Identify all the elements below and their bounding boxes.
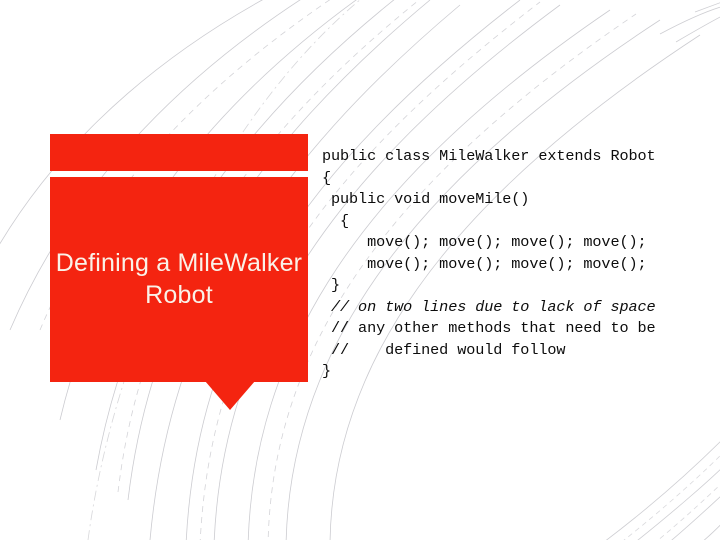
code-line: move(); move(); move(); move();: [322, 254, 647, 273]
code-line: move(); move(); move(); move();: [322, 233, 647, 251]
code-line: {: [322, 211, 350, 230]
callout-bubble: Defining a MileWalker Robot: [50, 134, 308, 411]
code-line: }: [322, 362, 332, 380]
code-line: }: [322, 276, 341, 294]
code-line: public class MileWalker extends Robot: [322, 147, 656, 165]
code-listing: public class MileWalker extends Robot { p…: [322, 146, 714, 383]
callout-title: Defining a MileWalker Robot: [55, 248, 303, 309]
code-line: {: [322, 168, 332, 187]
callout-tail-triangle: [205, 381, 255, 410]
code-line: // any other methods that need to be: [322, 319, 656, 337]
callout-top-bar: [50, 134, 308, 171]
code-line: public void moveMile(): [322, 190, 530, 208]
code-line: // on two lines due to lack of space: [322, 297, 656, 316]
callout-body: Defining a MileWalker Robot: [50, 177, 308, 382]
slide-canvas: Defining a MileWalker Robot public class…: [0, 0, 720, 540]
code-line: // defined would follow: [322, 340, 566, 359]
